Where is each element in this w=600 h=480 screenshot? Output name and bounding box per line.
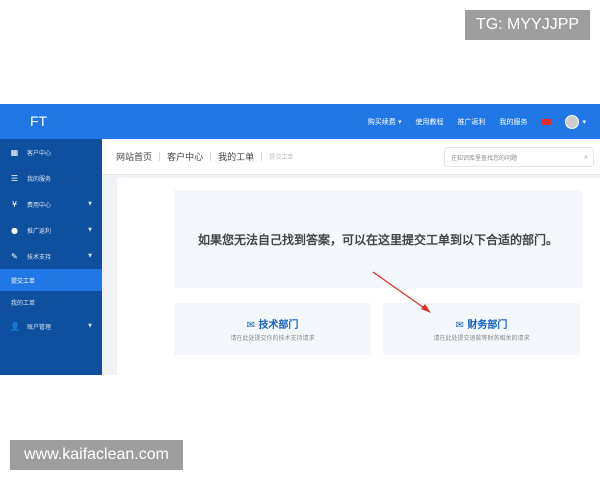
nav-referral[interactable]: 推广返利 <box>457 117 485 127</box>
nav-my-services[interactable]: 我的服务 <box>499 117 527 127</box>
caret-down-icon: ▼ <box>88 227 92 233</box>
sidebar-subitem-submit-ticket[interactable]: 提交工单 <box>0 269 102 291</box>
sidebar-subitem-my-tickets[interactable]: 我的工单 <box>0 291 102 313</box>
breadcrumb-current: 提交工单 <box>269 154 294 161</box>
yen-icon: ¥ <box>11 199 18 209</box>
sidebar-item-label: 推广返利 <box>27 227 52 235</box>
breadcrumb-home[interactable]: 网站首页 <box>116 150 152 163</box>
user-icon: 👤 <box>10 321 20 331</box>
breadcrumb-customer-center[interactable]: 客户中心 <box>167 150 203 163</box>
search-placeholder: 在知识库里查找您的问题 <box>451 154 518 162</box>
app-window: FT 购买续费 ▾ 使用教程 推广返利 我的服务 ▾ ▦ 客户中心 ☰ 我的服务 ¥… <box>0 104 600 375</box>
china-flag-icon[interactable] <box>541 118 552 125</box>
caret-down-icon: ▼ <box>88 253 92 259</box>
breadcrumb-my-tickets[interactable]: 我的工单 <box>218 150 254 163</box>
sidebar-item-label: 费用中心 <box>27 201 52 209</box>
logo[interactable]: FT <box>30 113 47 129</box>
sidebar: ▦ 客户中心 ☰ 我的服务 ¥ 费用中心 ▼ ● 推广返利 ▼ ✎ 技术支持 ▼ 提交工单 我的… <box>0 139 102 375</box>
avatar <box>565 114 580 129</box>
sidebar-item-label: 技术支持 <box>27 253 52 261</box>
caret-down-icon: ▼ <box>88 323 92 329</box>
divider: | <box>209 151 213 162</box>
user-menu[interactable]: ▾ <box>565 114 586 129</box>
watermark-top: TG: MYYJJPP <box>465 10 590 40</box>
share-icon: ● <box>11 225 18 235</box>
divider: | <box>158 151 162 162</box>
sidebar-item-support[interactable]: ✎ 技术支持 ▼ <box>0 243 102 269</box>
sidebar-item-my-services[interactable]: ☰ 我的服务 <box>0 165 102 191</box>
sidebar-item-account[interactable]: 👤 账户管理 ▼ <box>0 313 102 339</box>
sidebar-item-billing[interactable]: ¥ 费用中心 ▼ <box>0 191 102 217</box>
sidebar-item-referral[interactable]: ● 推广返利 ▼ <box>0 217 102 243</box>
sidebar-item-customer-center[interactable]: ▦ 客户中心 <box>0 139 102 165</box>
nav-tutorial[interactable]: 使用教程 <box>415 117 443 127</box>
breadcrumb: 网站首页 | 客户中心 | 我的工单 | 提交工单 在知识库里查找您的问题 ⌕ <box>102 139 600 175</box>
divider: | <box>260 151 264 162</box>
nav-label: 购买续费 <box>367 117 396 126</box>
nav-buy-renew[interactable]: 购买续费 ▾ <box>368 117 402 127</box>
top-header: FT 购买续费 ▾ 使用教程 推广返利 我的服务 ▾ <box>0 104 600 139</box>
search-icon[interactable]: ⌕ <box>584 153 588 162</box>
knowledge-search-input[interactable]: 在知识库里查找您的问题 ⌕ <box>444 147 594 167</box>
server-icon: ☰ <box>10 173 19 183</box>
annotation-arrow <box>372 271 431 313</box>
sidebar-item-label: 我的服务 <box>27 175 52 183</box>
caret-down-icon: ▼ <box>88 201 92 207</box>
sidebar-item-label: 客户中心 <box>27 149 52 157</box>
pencil-icon: ✎ <box>11 251 18 261</box>
top-nav: 购买续费 ▾ 使用教程 推广返利 我的服务 ▾ <box>368 104 586 139</box>
grid-icon: ▦ <box>10 147 19 157</box>
watermark-bottom: www.kaifaclean.com <box>10 440 183 470</box>
content-panel: 如果您无法自己找到答案，可以在这里提交工单到以下合适的部门。 ✉ 技术部门 请在… <box>117 178 600 375</box>
sidebar-item-label: 账户管理 <box>27 323 52 331</box>
